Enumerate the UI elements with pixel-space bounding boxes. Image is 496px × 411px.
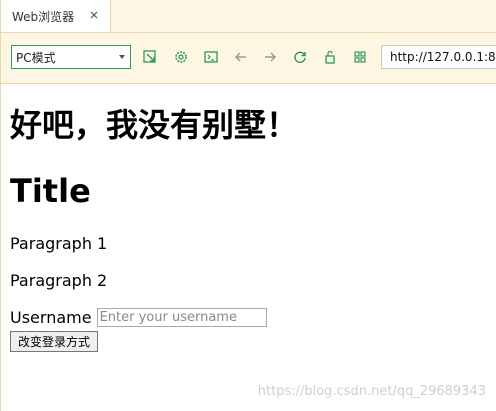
username-input[interactable] [96,308,267,327]
tab-strip: Web浏览器 [1,0,496,33]
lock-icon[interactable] [322,49,338,65]
close-tab-icon[interactable] [88,9,100,21]
paragraph-2: Paragraph 2 [10,271,108,290]
toolbar: PC模式 http://127.0.0.1:8848/ [1,33,496,84]
refresh-icon[interactable] [292,49,308,65]
username-row: Username [10,308,267,327]
settings-icon[interactable] [173,49,189,65]
mode-select[interactable]: PC模式 [11,45,131,69]
open-new-icon[interactable] [142,49,158,65]
switch-login-button[interactable]: 改变登录方式 [10,331,99,352]
address-bar[interactable]: http://127.0.0.1:8848/ [381,45,496,69]
page-heading-cn: 好吧，我没有别墅！ [10,106,299,144]
terminal-icon[interactable] [203,49,219,65]
back-arrow-icon[interactable] [233,49,249,65]
page-title: Title [10,172,91,210]
browser-tab[interactable]: Web浏览器 [1,0,111,32]
browser-window: Web浏览器 PC模式 http://127.0.0.1:8 好吧，我没有别墅！… [0,0,496,411]
paragraph-1: Paragraph 1 [10,234,108,253]
mode-select-value: PC模式 [16,50,56,65]
grid-icon[interactable] [352,49,368,65]
watermark: https://blog.csdn.net/qq_29689343 [257,384,486,399]
username-label: Username [10,308,92,327]
forward-arrow-icon[interactable] [262,49,278,65]
tab-title: Web浏览器 [12,9,75,24]
chevron-down-icon [119,55,125,59]
